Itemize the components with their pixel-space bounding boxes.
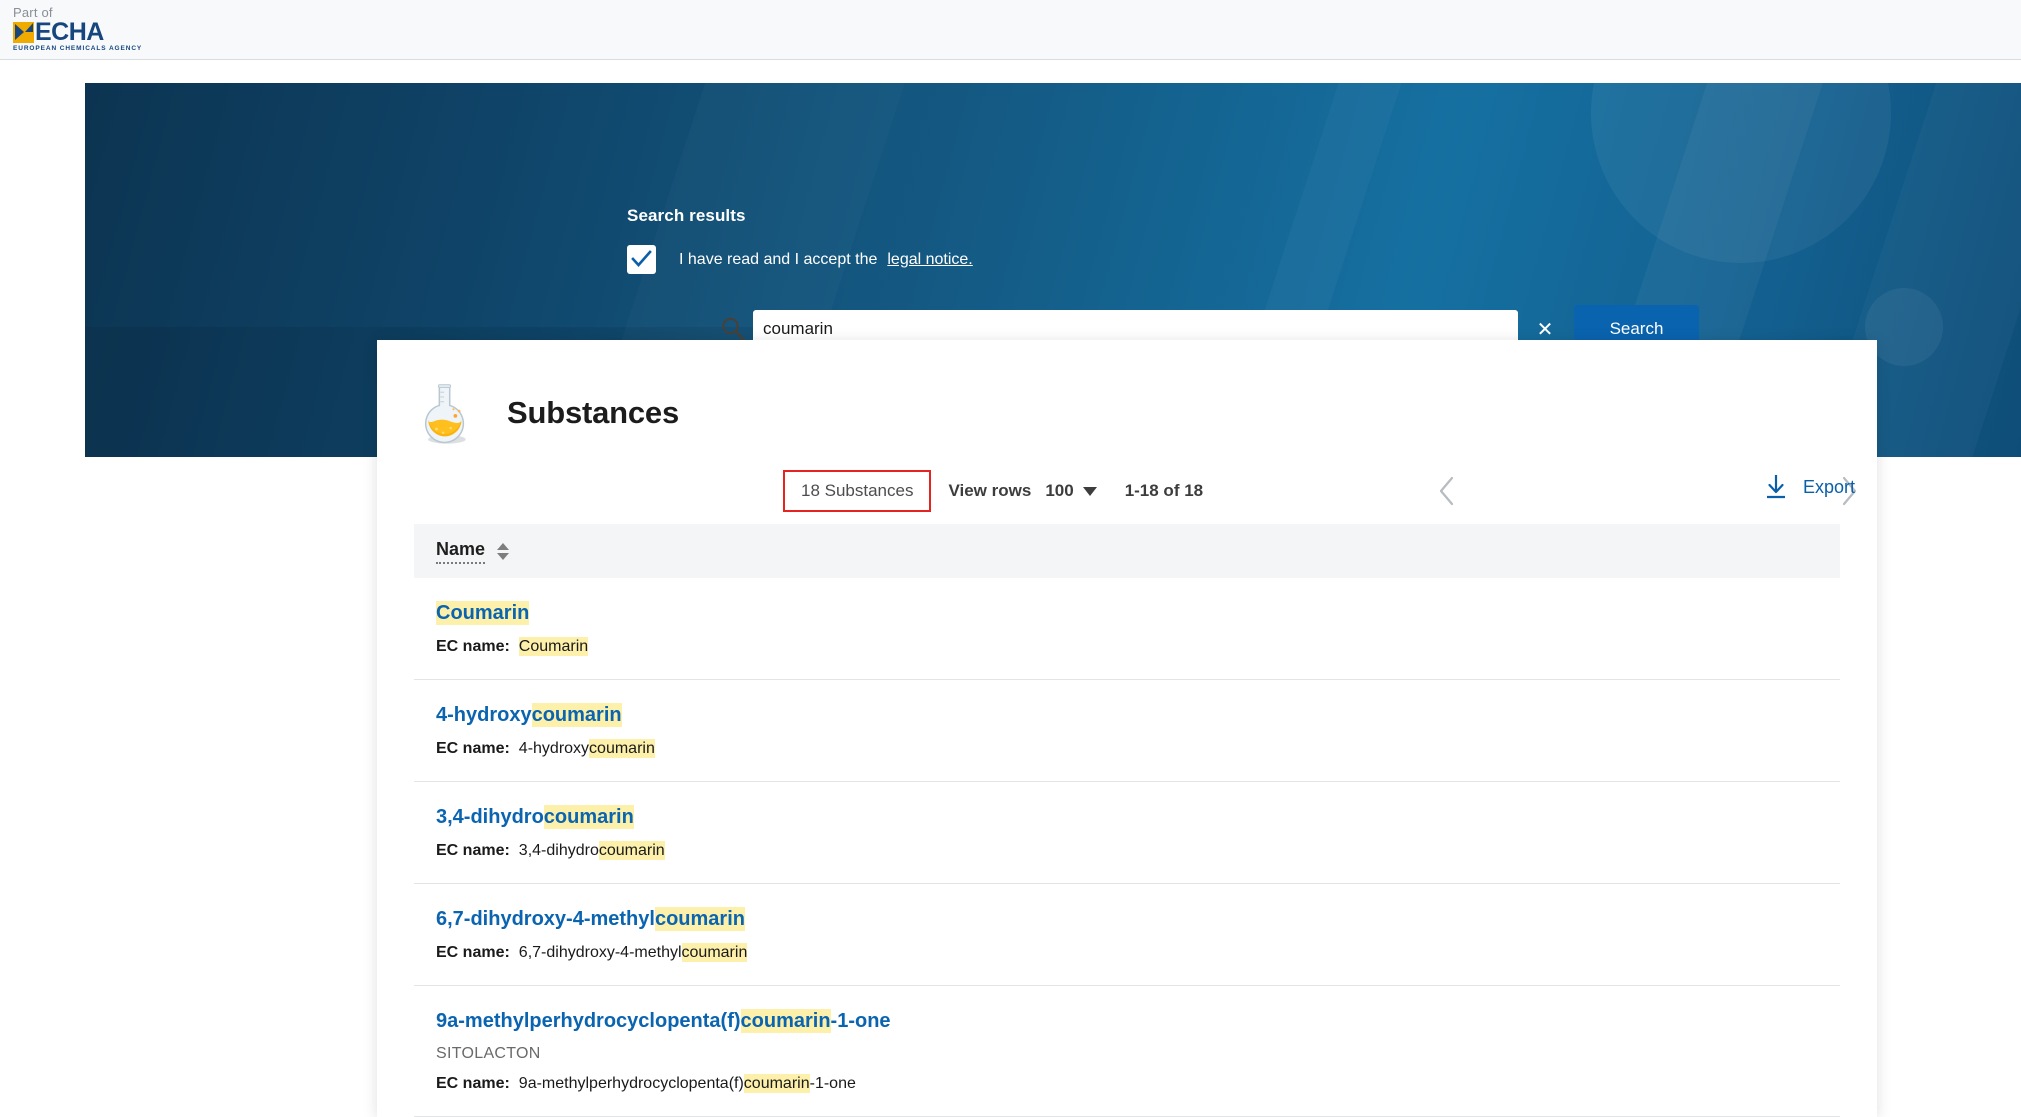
highlight-term: coumarin bbox=[599, 841, 665, 860]
chevron-down-icon[interactable] bbox=[1083, 487, 1097, 496]
ec-name-value: Coumarin bbox=[519, 638, 588, 655]
text-fragment: 4-hydroxy bbox=[519, 740, 589, 757]
ec-name-field: EC name: 6,7-dihydroxy-4-methylcoumarin bbox=[436, 944, 1840, 962]
checkmark-icon bbox=[631, 250, 652, 269]
substances-table: Name CoumarinEC name:Coumarin4-hydroxyco… bbox=[414, 524, 1840, 1117]
table-header-row: Name bbox=[414, 524, 1840, 578]
ec-name-value: 6,7-dihydroxy-4-methylcoumarin bbox=[519, 944, 748, 961]
ec-name-value: 4-hydroxycoumarin bbox=[519, 740, 655, 757]
download-icon bbox=[1763, 473, 1789, 501]
text-fragment: 6,7-dihydroxy-4-methyl bbox=[519, 944, 682, 961]
column-header-name[interactable]: Name bbox=[436, 539, 485, 564]
ec-name-value: 9a-methylperhydrocyclopenta(f)coumarin-1… bbox=[519, 1075, 856, 1092]
ec-name-field: EC name: 4-hydroxycoumarin bbox=[436, 740, 1840, 758]
ec-name-field: EC name: 3,4-dihydrocoumarin bbox=[436, 842, 1840, 860]
view-rows-value[interactable]: 100 bbox=[1045, 481, 1073, 501]
export-button[interactable]: Export bbox=[1763, 473, 1855, 501]
text-fragment: -1-one bbox=[810, 1075, 856, 1092]
ec-name-field: EC name: Coumarin bbox=[436, 638, 1840, 656]
sort-arrows-icon[interactable] bbox=[497, 543, 509, 560]
text-fragment: 3,4-dihydro bbox=[436, 806, 544, 828]
text-fragment: 3,4-dihydro bbox=[519, 842, 599, 859]
flask-icon bbox=[414, 380, 476, 446]
highlight-term: coumarin bbox=[655, 907, 745, 931]
highlight-term: coumarin bbox=[682, 943, 748, 962]
text-fragment: 6,7-dihydroxy-4-methyl bbox=[436, 908, 655, 930]
highlight-term: coumarin bbox=[532, 703, 622, 727]
chevron-left-icon[interactable] bbox=[1437, 475, 1459, 512]
ec-name-field: EC name: 9a-methylperhydrocyclopenta(f)co… bbox=[436, 1075, 1840, 1093]
table-row[interactable]: 3,4-dihydrocoumarinEC name:3,4-dihydroco… bbox=[414, 782, 1840, 884]
logo-wordmark: ECHA bbox=[35, 21, 104, 43]
results-card: Substances 18 Substances View rows 100 1… bbox=[377, 340, 1877, 1117]
substance-synonym: SITOLACTON bbox=[436, 1045, 1840, 1063]
ec-name-value: 3,4-dihydrocoumarin bbox=[519, 842, 665, 859]
pagination-range-label: 1-18 of 18 bbox=[1125, 481, 1203, 501]
card-title: Substances bbox=[507, 395, 679, 431]
legal-notice-row: I have read and I accept the legal notic… bbox=[627, 245, 973, 274]
highlight-term: Coumarin bbox=[436, 601, 529, 625]
highlight-term: coumarin bbox=[741, 1009, 831, 1033]
table-row[interactable]: 4-hydroxycoumarinEC name:4-hydroxycoumar… bbox=[414, 680, 1840, 782]
substance-name-link[interactable]: 6,7-dihydroxy-4-methylcoumarin bbox=[436, 907, 745, 932]
text-fragment: 9a-methylperhydrocyclopenta(f) bbox=[519, 1075, 744, 1092]
table-row[interactable]: 6,7-dihydroxy-4-methylcoumarinEC name:6,… bbox=[414, 884, 1840, 986]
ec-name-label: EC name: bbox=[436, 740, 510, 757]
results-card-header: Substances bbox=[377, 340, 1877, 455]
logo-subtitle: EUROPEAN CHEMICALS AGENCY bbox=[13, 45, 143, 52]
results-toolbar: 18 Substances View rows 100 1-18 of 18 E… bbox=[377, 463, 1877, 519]
echa-logo-icon bbox=[13, 22, 34, 43]
accept-legal-label: I have read and I accept the bbox=[679, 251, 877, 269]
highlight-term: coumarin bbox=[589, 739, 655, 758]
ec-name-label: EC name: bbox=[436, 638, 510, 655]
highlight-term: Coumarin bbox=[519, 637, 588, 656]
text-fragment: 9a-methylperhydrocyclopenta(f) bbox=[436, 1010, 741, 1032]
echa-logo[interactable]: Part of ECHA EUROPEAN CHEMICALS AGENCY bbox=[13, 5, 143, 52]
legal-notice-link[interactable]: legal notice. bbox=[887, 251, 972, 269]
logo-main: ECHA bbox=[13, 21, 143, 43]
highlight-term: coumarin bbox=[744, 1074, 810, 1093]
substance-name-link[interactable]: Coumarin bbox=[436, 601, 529, 626]
accept-legal-checkbox[interactable] bbox=[627, 245, 656, 274]
top-header-bar: Part of ECHA EUROPEAN CHEMICALS AGENCY bbox=[0, 0, 2021, 60]
substance-name-link[interactable]: 4-hydroxycoumarin bbox=[436, 703, 622, 728]
substance-name-link[interactable]: 3,4-dihydrocoumarin bbox=[436, 805, 634, 830]
table-row[interactable]: Coumarin EC name: Coumarin bbox=[414, 578, 1840, 680]
export-label: Export bbox=[1803, 477, 1855, 498]
text-fragment: 4-hydroxy bbox=[436, 704, 532, 726]
table-row[interactable]: 9a-methylperhydrocyclopenta(f)coumarin-1… bbox=[414, 986, 1840, 1117]
view-rows-label: View rows bbox=[948, 481, 1031, 501]
text-fragment: -1-one bbox=[831, 1010, 891, 1032]
ec-name-label: EC name: bbox=[436, 944, 510, 961]
ec-name-label: EC name: bbox=[436, 1075, 510, 1092]
page-title: Search results bbox=[627, 206, 746, 226]
ec-name-label: EC name: bbox=[436, 842, 510, 859]
substances-count-badge[interactable]: 18 Substances bbox=[783, 470, 931, 512]
table-body: CoumarinEC name:Coumarin4-hydroxycoumari… bbox=[414, 578, 1840, 1117]
highlight-term: coumarin bbox=[544, 805, 634, 829]
substance-name-link[interactable]: 9a-methylperhydrocyclopenta(f)coumarin-1… bbox=[436, 1009, 891, 1034]
